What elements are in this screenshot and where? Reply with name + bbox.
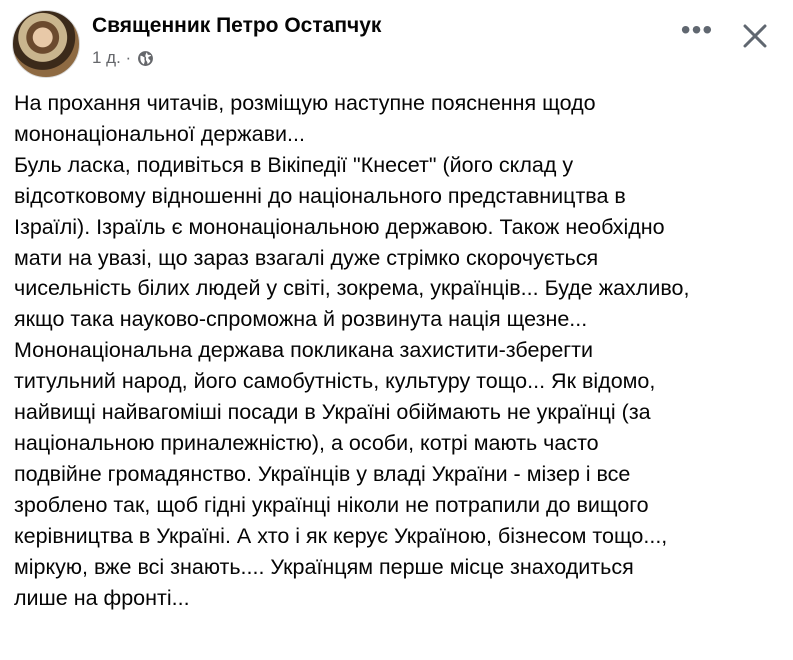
post-line: національною приналежністю), а особи, ко… [14,430,599,455]
post-line: Буль ласка, подивіться в Вікіпедії "Кнес… [14,152,574,177]
globe-icon[interactable] [137,50,154,67]
post-line: Ізраїлі). Ізраїль є мононаціональною дер… [14,214,665,239]
post-line: зроблено так, щоб гідні українці ніколи … [14,492,649,517]
post-line: чисельність білих людей у світі, зокрема… [14,276,690,301]
post-line: лише на фронті... [14,585,190,610]
post-line: відсотковому відношенні до національного… [14,183,626,208]
post-line: найвищі найвагоміші посади в Україні обі… [14,400,651,425]
post-line: керівництва в Україні. А хто і як керує … [14,523,668,548]
close-icon [743,24,767,48]
post-line: На прохання читачів, розміщую наступне п… [14,91,596,115]
post-meta: 1 д. · [92,48,154,68]
more-options-icon: ••• [680,14,714,45]
avatar[interactable] [12,10,80,78]
post-line: Мононаціональна держава покликана захист… [14,338,594,363]
post-line: міркую, вже всі знають.... Українцям пер… [14,554,634,579]
more-options-button[interactable]: ••• [679,14,715,54]
post-actions: ••• [679,14,773,54]
post-time[interactable]: 1 д. · [92,48,131,68]
close-button[interactable] [737,18,773,54]
post-line: мати на увазі, що зараз взагалі дуже стр… [14,245,599,270]
post-line: титульний народ, його самобутність, куль… [14,369,656,394]
post-line: якщо така науково-спроможна й розвинута … [14,307,588,332]
post-line: мононаціональної держави... [14,121,305,146]
post-text: На прохання читачів, розміщую наступне п… [14,88,774,613]
post-line: подвійне громадянство. Українців у владі… [14,461,631,486]
post-header: Священник Петро Остапчук 1 д. · ••• [12,8,773,78]
author-name[interactable]: Священник Петро Остапчук [92,14,381,38]
facebook-post: Священник Петро Остапчук 1 д. · ••• На п… [0,0,793,660]
